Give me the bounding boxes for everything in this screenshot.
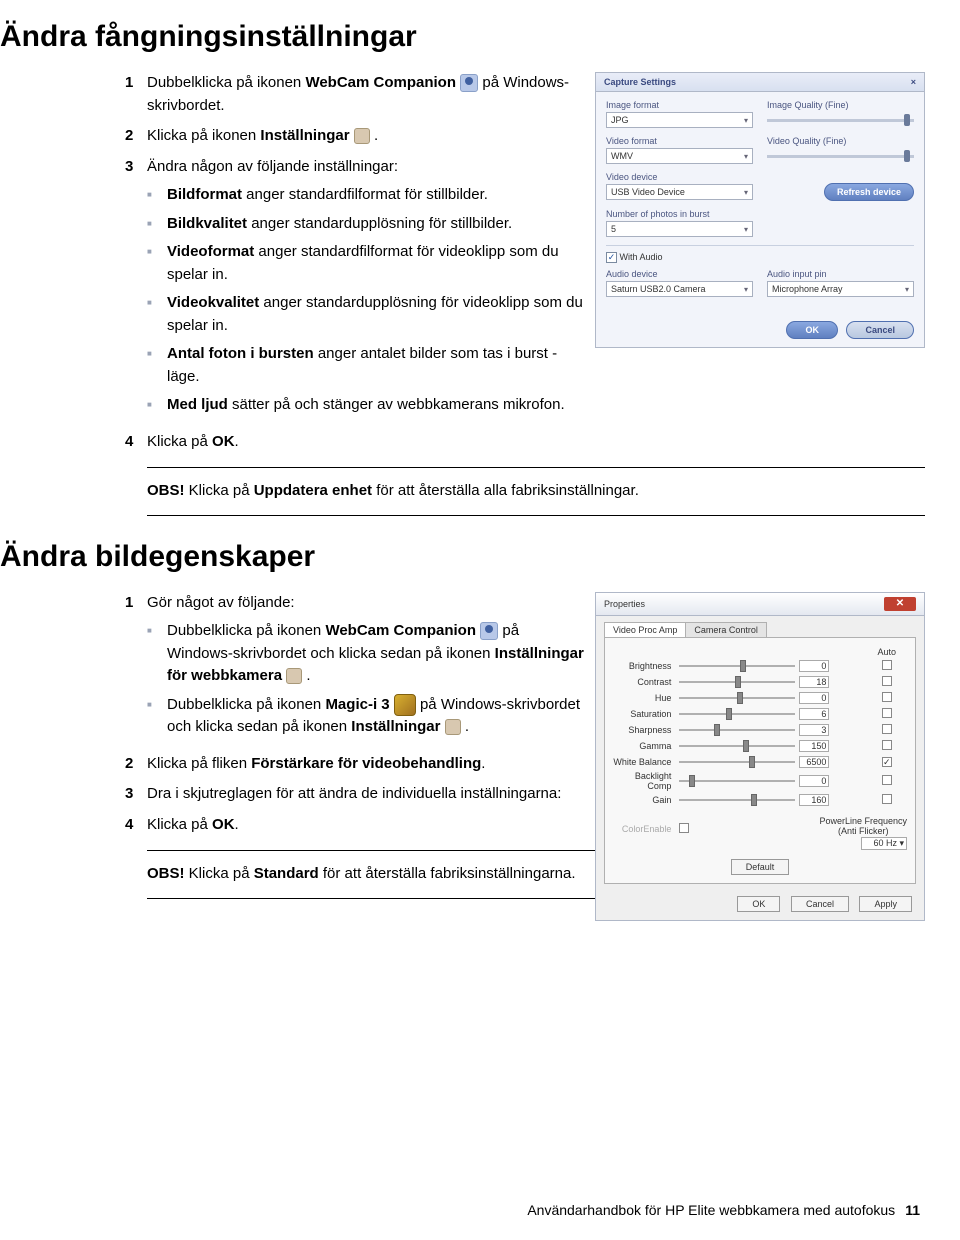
prop-value: 160 <box>799 794 829 806</box>
video-device-label: Video device <box>606 172 753 182</box>
cancel-button[interactable]: Cancel <box>846 321 914 339</box>
page-footer: Användarhandbok för HP Elite webbkamera … <box>527 1202 920 1218</box>
with-audio-label: With Audio <box>620 252 663 262</box>
dialog-title: Capture Settings <box>604 77 676 87</box>
prop-value: 0 <box>799 692 829 704</box>
video-device-dropdown[interactable]: USB Video Device <box>606 184 753 200</box>
step-2: Klicka på ikonen Inställningar . <box>147 125 585 148</box>
video-quality-slider[interactable] <box>767 155 914 158</box>
prop-value: 18 <box>799 676 829 688</box>
prop-label: Contrast <box>611 674 677 690</box>
powerline-label: PowerLine Frequency(Anti Flicker) <box>819 816 907 838</box>
settings-icon <box>445 719 461 735</box>
burst-label: Number of photos in burst <box>606 209 753 219</box>
webcam-companion-icon <box>460 74 478 92</box>
image-quality-label: Image Quality (Fine) <box>767 100 914 110</box>
prop-auto-checkbox[interactable]: ✓ <box>882 757 892 767</box>
prop-value: 3 <box>799 724 829 736</box>
with-audio-checkbox[interactable]: ✓ <box>606 252 617 263</box>
magic-i-icon <box>394 694 416 716</box>
dialog-title: Properties <box>604 599 645 609</box>
prop-value: 6500 <box>799 756 829 768</box>
prop-slider[interactable] <box>679 793 795 807</box>
prop-auto-checkbox[interactable] <box>882 708 892 718</box>
prop-label: Saturation <box>611 706 677 722</box>
close-icon[interactable]: × <box>911 77 916 87</box>
audio-input-label: Audio input pin <box>767 269 914 279</box>
prop-label: Gamma <box>611 738 677 754</box>
prop-auto-checkbox[interactable] <box>882 660 892 670</box>
audio-device-label: Audio device <box>606 269 753 279</box>
prop-auto-checkbox[interactable] <box>882 740 892 750</box>
auto-column-header: Auto <box>865 646 909 658</box>
burst-dropdown[interactable]: 5 <box>606 221 753 237</box>
step-2: Klicka på fliken Förstärkare för videobe… <box>147 753 585 776</box>
prop-auto-checkbox[interactable] <box>882 724 892 734</box>
cancel-button[interactable]: Cancel <box>791 896 849 912</box>
step-3: Dra i skjutreglagen för att ändra de ind… <box>147 783 585 806</box>
prop-label: White Balance <box>611 754 677 770</box>
prop-slider[interactable] <box>679 774 795 788</box>
prop-slider[interactable] <box>679 739 795 753</box>
powerline-dropdown[interactable]: 60 Hz ▾ <box>861 837 907 850</box>
tab-camera-control[interactable]: Camera Control <box>685 622 767 637</box>
default-button[interactable]: Default <box>731 859 790 875</box>
webcam-settings-icon <box>286 668 302 684</box>
heading-capture-settings: Ändra fångningsinställningar <box>0 20 920 54</box>
close-icon[interactable]: ✕ <box>884 597 916 611</box>
image-format-dropdown[interactable]: JPG <box>606 112 753 128</box>
properties-dialog: Properties ✕ Video Proc Amp Camera Contr… <box>595 592 925 922</box>
step-3: Ändra någon av följande inställningar: B… <box>147 156 585 423</box>
prop-value: 150 <box>799 740 829 752</box>
step-1: Dubbelklicka på ikonen WebCam Companion … <box>147 72 585 117</box>
step-1: Gör något av följande: Dubbelklicka på i… <box>147 592 585 745</box>
prop-slider[interactable] <box>679 659 795 673</box>
color-enable-checkbox[interactable] <box>679 823 689 833</box>
tab-video-proc-amp[interactable]: Video Proc Amp <box>604 622 686 637</box>
video-format-label: Video format <box>606 136 753 146</box>
capture-settings-dialog: Capture Settings × Image format JPG Imag… <box>595 72 925 348</box>
prop-auto-checkbox[interactable] <box>882 676 892 686</box>
ok-button[interactable]: OK <box>786 321 838 339</box>
prop-label: Gain <box>611 792 677 808</box>
heading-image-properties: Ändra bildegenskaper <box>0 540 920 574</box>
refresh-device-button[interactable]: Refresh device <box>824 183 914 201</box>
prop-slider[interactable] <box>679 755 795 769</box>
prop-label: Brightness <box>611 658 677 674</box>
note-box-1: OBS! Klicka på Uppdatera enhet för att å… <box>147 467 925 516</box>
image-quality-slider[interactable] <box>767 119 914 122</box>
step-4: Klicka på OK. <box>147 431 925 454</box>
prop-slider[interactable] <box>679 707 795 721</box>
audio-device-dropdown[interactable]: Saturn USB2.0 Camera <box>606 281 753 297</box>
image-format-label: Image format <box>606 100 753 110</box>
audio-input-dropdown[interactable]: Microphone Array <box>767 281 914 297</box>
prop-slider[interactable] <box>679 723 795 737</box>
step-4: Klicka på OK. <box>147 814 585 837</box>
apply-button[interactable]: Apply <box>859 896 912 912</box>
prop-slider[interactable] <box>679 691 795 705</box>
prop-slider[interactable] <box>679 675 795 689</box>
prop-label: Backlight Comp <box>611 770 677 792</box>
ok-button[interactable]: OK <box>737 896 780 912</box>
webcam-companion-icon <box>480 622 498 640</box>
prop-value: 0 <box>799 775 829 787</box>
prop-value: 0 <box>799 660 829 672</box>
prop-label: Hue <box>611 690 677 706</box>
prop-value: 6 <box>799 708 829 720</box>
prop-auto-checkbox[interactable] <box>882 794 892 804</box>
settings-icon <box>354 128 370 144</box>
prop-auto-checkbox[interactable] <box>882 692 892 702</box>
prop-auto-checkbox[interactable] <box>882 775 892 785</box>
prop-label: Sharpness <box>611 722 677 738</box>
video-format-dropdown[interactable]: WMV <box>606 148 753 164</box>
video-quality-label: Video Quality (Fine) <box>767 136 914 146</box>
color-enable-label: ColorEnable <box>611 808 677 852</box>
